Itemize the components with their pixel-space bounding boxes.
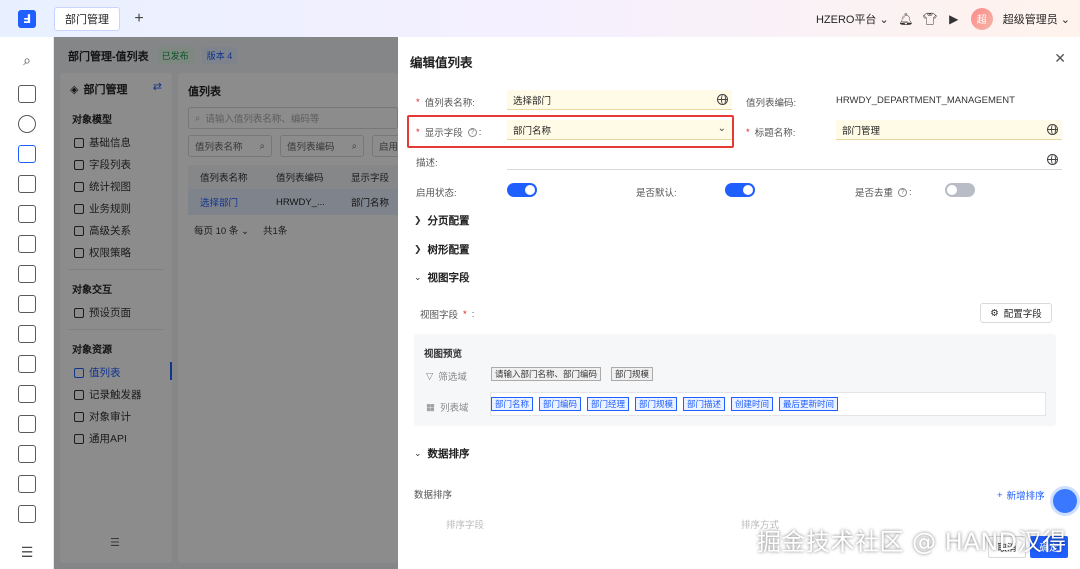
plus-icon: + bbox=[997, 489, 1003, 501]
rail-nodes-icon[interactable] bbox=[18, 445, 36, 463]
name-input[interactable]: 选择部门 bbox=[507, 90, 732, 110]
list-chip: 创建时间 bbox=[731, 397, 774, 411]
switch-knob bbox=[743, 185, 753, 195]
top-right-area: HZERO平台 ⌄ 🔔︎ 👕︎ ▶ 超 超级管理员 ⌄ bbox=[816, 0, 1070, 37]
icon-rail: ⌕ ☰ bbox=[0, 37, 54, 569]
config-fields-button[interactable]: ⚙ 配置字段 bbox=[980, 303, 1052, 323]
title-input[interactable]: 部门管理 bbox=[836, 120, 1062, 140]
dedupe-switch[interactable] bbox=[945, 183, 975, 197]
section-pagination[interactable]: ❯ 分页配置 bbox=[414, 213, 470, 228]
play-circle-icon[interactable]: ▶ bbox=[947, 12, 961, 26]
tab-department-management[interactable]: 部门管理 bbox=[54, 6, 120, 31]
rail-db-icon[interactable] bbox=[18, 475, 36, 493]
assistant-fab[interactable] bbox=[1050, 486, 1080, 516]
watermark: 掘金技术社区 @ HAND汉得 bbox=[757, 528, 1067, 556]
shirt-icon[interactable]: 👕︎ bbox=[922, 12, 937, 26]
rail-export-icon[interactable] bbox=[18, 385, 36, 403]
enable-label: 启用状态: bbox=[416, 188, 457, 199]
globe-icon[interactable] bbox=[1047, 154, 1058, 165]
sort-label: 数据排序 bbox=[414, 490, 453, 501]
highlight-box bbox=[407, 115, 734, 148]
chevron-right-icon: ❯ bbox=[414, 244, 422, 254]
rail-layers-icon[interactable] bbox=[18, 115, 36, 133]
section-data-sort[interactable]: ⌄ 数据排序 bbox=[414, 446, 470, 461]
rail-table-icon[interactable] bbox=[18, 415, 36, 433]
switch-knob bbox=[525, 185, 535, 195]
rail-grid-icon[interactable] bbox=[18, 175, 36, 193]
list-chip: 部门编码 bbox=[539, 397, 582, 411]
add-sort-button[interactable]: + 新增排序 bbox=[997, 488, 1045, 503]
sort-column-field: 排序字段 bbox=[446, 520, 485, 531]
help-icon[interactable]: ? bbox=[898, 187, 908, 197]
code-label: 值列表编码: bbox=[746, 98, 797, 109]
section-tree[interactable]: ❯ 树形配置 bbox=[414, 242, 470, 257]
list-area-label: ▦ 列表域 bbox=[426, 401, 469, 415]
bell-icon[interactable]: 🔔︎ bbox=[898, 12, 913, 26]
default-switch[interactable] bbox=[725, 183, 755, 197]
menu-collapse-icon[interactable]: ☰ bbox=[18, 543, 36, 561]
rail-calendar-icon[interactable] bbox=[18, 145, 36, 163]
filter-icon: ▽ bbox=[426, 370, 434, 382]
gear-icon: ⚙ bbox=[990, 307, 999, 319]
view-fields-label: 视图字段 *: bbox=[420, 308, 475, 322]
filter-chip: 请输入部门名称、部门编码 bbox=[491, 367, 602, 381]
rail-app-icon[interactable] bbox=[18, 205, 36, 223]
modal-mask[interactable] bbox=[54, 37, 398, 569]
code-value: HRWDY_DEPARTMENT_MANAGEMENT bbox=[836, 95, 1015, 106]
chevron-down-icon: ⌄ bbox=[414, 272, 422, 282]
user-menu[interactable]: 超级管理员 ⌄ bbox=[1003, 11, 1070, 27]
top-bar: Ⅎ 部门管理 + HZERO平台 ⌄ 🔔︎ 👕︎ ▶ 超 超级管理员 ⌄ bbox=[0, 0, 1080, 37]
preview-title: 视图预览 bbox=[424, 349, 463, 360]
title-label: * 标题名称: bbox=[746, 126, 796, 140]
list-chip: 最后更新时间 bbox=[779, 397, 839, 411]
platform-switcher[interactable]: HZERO平台 ⌄ bbox=[816, 11, 889, 27]
rail-server-icon[interactable] bbox=[18, 355, 36, 373]
desc-input[interactable] bbox=[507, 150, 1062, 170]
rail-box-icon[interactable] bbox=[18, 265, 36, 283]
rail-monitor-icon[interactable] bbox=[18, 85, 36, 103]
search-icon[interactable]: ⌕ bbox=[18, 51, 36, 69]
name-label: * 值列表名称: bbox=[416, 96, 475, 110]
globe-icon[interactable] bbox=[1047, 124, 1058, 135]
list-chip: 部门描述 bbox=[683, 397, 726, 411]
view-preview: 视图预览 ▽ 筛选域 ▦ 列表域 请输入部门名称、部门编码 部门规模 部门名称 部门… bbox=[414, 334, 1056, 426]
globe-icon[interactable] bbox=[717, 94, 728, 105]
switch-knob bbox=[947, 185, 957, 195]
dedupe-label: 是否去重?: bbox=[855, 186, 912, 200]
rail-image-icon[interactable] bbox=[18, 505, 36, 523]
avatar[interactable]: 超 bbox=[970, 7, 993, 30]
filter-area-label: ▽ 筛选域 bbox=[426, 370, 467, 384]
enable-switch[interactable] bbox=[507, 183, 537, 197]
close-icon[interactable]: ✕ bbox=[1054, 50, 1066, 67]
rail-mail-icon[interactable] bbox=[18, 235, 36, 253]
rail-flow-icon[interactable] bbox=[18, 295, 36, 313]
filter-chip: 部门规模 bbox=[611, 367, 654, 381]
list-chip: 部门规模 bbox=[635, 397, 678, 411]
default-label: 是否默认: bbox=[636, 188, 677, 199]
list-chip: 部门名称 bbox=[491, 397, 534, 411]
desc-label: 描述: bbox=[416, 158, 438, 169]
list-chip: 部门经理 bbox=[587, 397, 630, 411]
drawer-title: 编辑值列表 bbox=[410, 56, 473, 70]
chevron-right-icon: ❯ bbox=[414, 215, 422, 225]
chevron-down-icon: ⌄ bbox=[414, 448, 422, 458]
add-tab-button[interactable]: + bbox=[128, 8, 150, 30]
section-view-fields[interactable]: ⌄ 视图字段 bbox=[414, 270, 470, 285]
rail-list-icon[interactable] bbox=[18, 325, 36, 343]
grid-icon: ▦ bbox=[426, 401, 435, 413]
app-logo-icon[interactable]: Ⅎ bbox=[18, 9, 36, 28]
